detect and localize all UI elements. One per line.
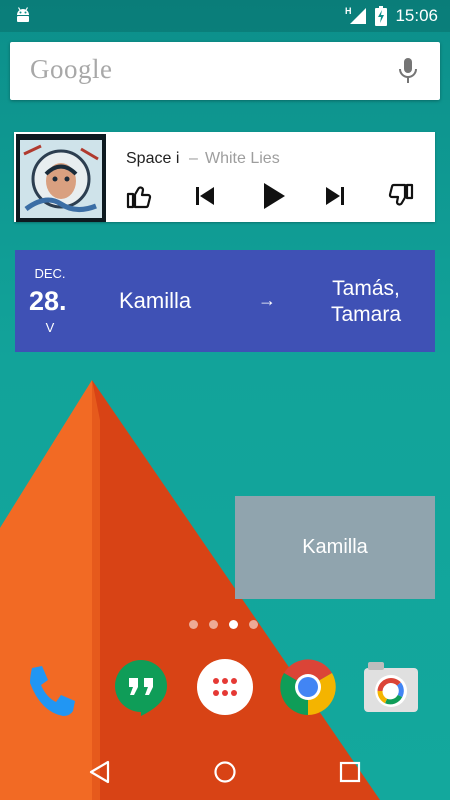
name-tomorrow-line1: Tamás, <box>332 277 400 300</box>
next-icon[interactable] <box>321 182 349 210</box>
track-artist: White Lies <box>205 150 280 167</box>
home-icon[interactable] <box>211 758 239 786</box>
track-title: Space i <box>126 150 180 167</box>
thumbs-up-icon[interactable] <box>125 182 153 210</box>
back-icon[interactable] <box>86 758 114 786</box>
page-dot <box>209 620 218 629</box>
arrow-right-icon: → <box>258 290 276 310</box>
page-dot <box>189 620 198 629</box>
camera-icon[interactable] <box>360 656 422 718</box>
app-drawer-icon[interactable] <box>194 656 256 718</box>
name-tomorrow-line2: Tamara <box>330 303 402 326</box>
mic-icon[interactable] <box>398 57 418 85</box>
battery-charging-icon <box>375 6 388 26</box>
page-dot-active <box>229 620 238 629</box>
signal-icon <box>350 8 367 24</box>
google-logo: Google <box>30 54 113 84</box>
page-indicator <box>189 620 258 629</box>
date-day: 28. <box>29 286 67 316</box>
date-weekday: V <box>45 320 55 335</box>
track-separator: – <box>189 150 198 167</box>
chrome-icon[interactable] <box>276 655 340 719</box>
date-month: DEC. <box>34 266 66 281</box>
name-tomorrow: Tamás, Tamara <box>305 276 427 328</box>
album-art[interactable] <box>16 134 106 222</box>
hangouts-icon[interactable] <box>110 656 172 718</box>
clock: 15:06 <box>395 6 438 25</box>
play-icon[interactable] <box>258 181 288 211</box>
name-today: Kamilla <box>119 288 192 313</box>
navigation-bar <box>0 744 450 800</box>
name-widget[interactable]: Kamilla <box>235 496 435 599</box>
status-bar: H 15:06 <box>0 0 450 32</box>
name-widget-label: Kamilla <box>302 536 368 558</box>
android-debug-icon <box>17 7 29 22</box>
phone-icon[interactable] <box>22 656 84 718</box>
music-player-widget[interactable]: Space i – White Lies <box>14 132 435 222</box>
name-day-widget[interactable]: DEC. 28. V Kamilla → Tamás, Tamara <box>15 250 435 352</box>
previous-icon[interactable] <box>191 182 219 210</box>
page-dot <box>249 620 258 629</box>
recents-icon[interactable] <box>336 758 364 786</box>
thumbs-down-icon[interactable] <box>387 182 415 210</box>
google-search-bar[interactable]: Google <box>10 42 440 100</box>
